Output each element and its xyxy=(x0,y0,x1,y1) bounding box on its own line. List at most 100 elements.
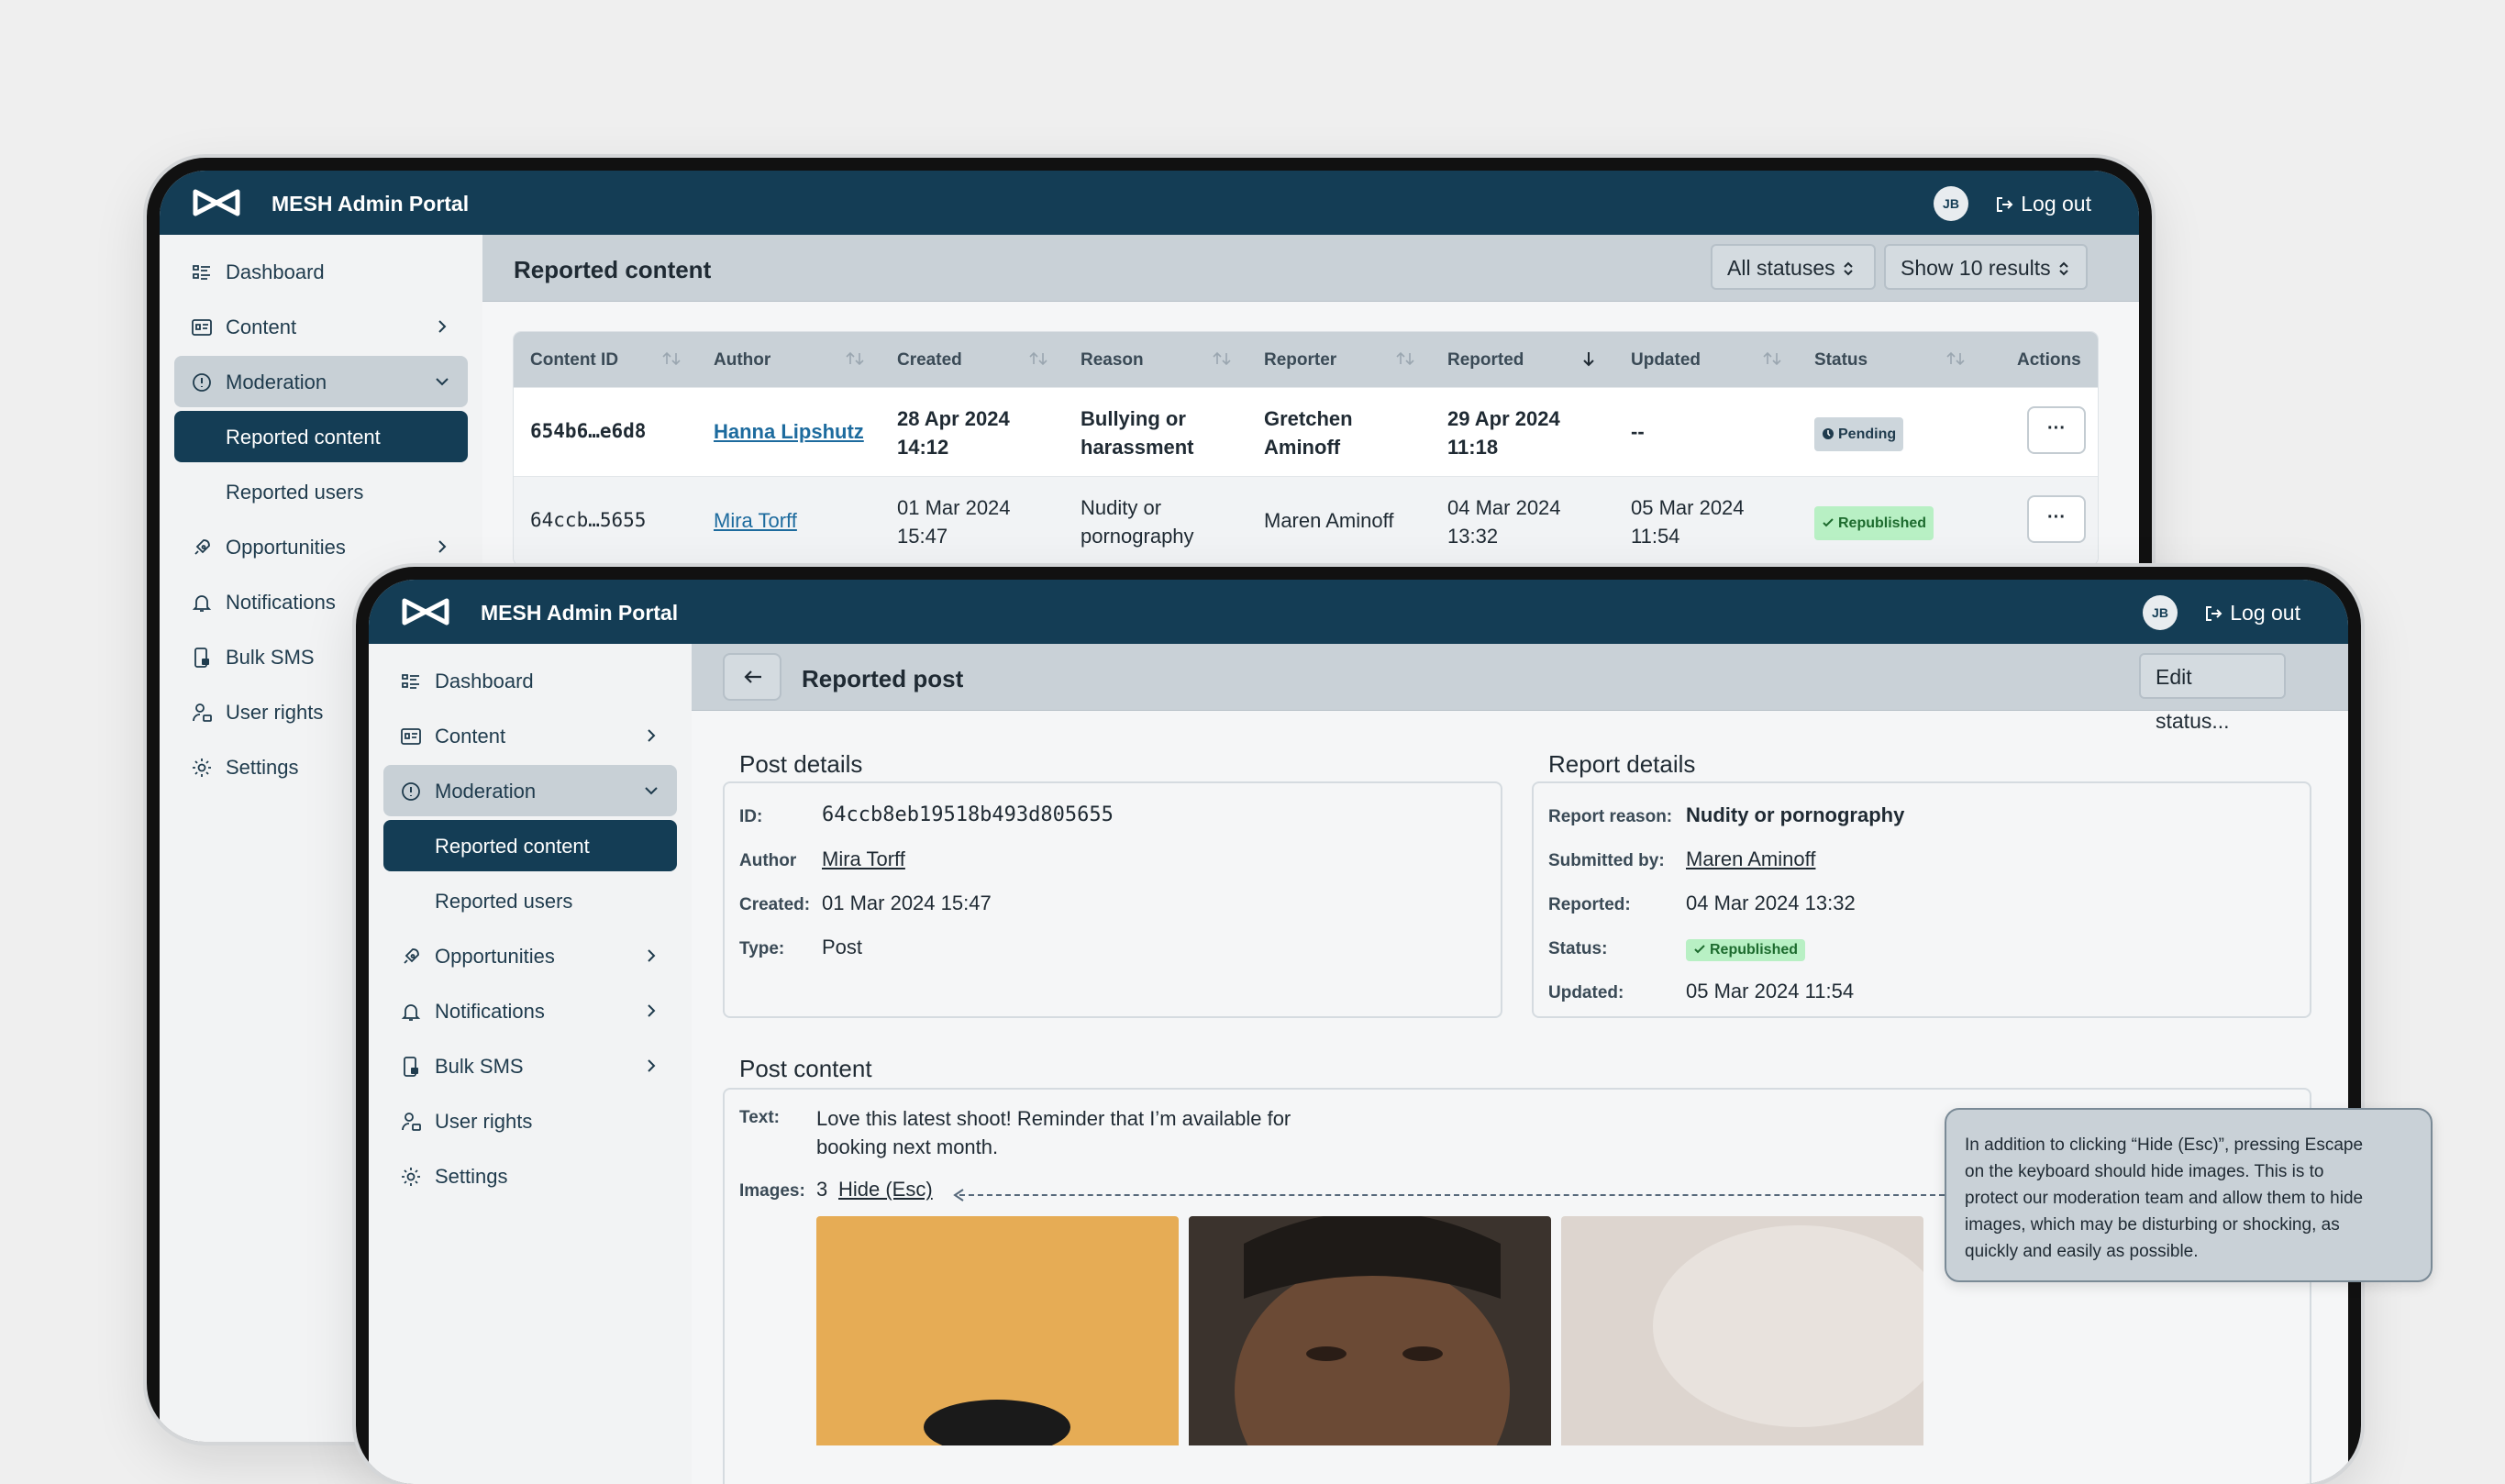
sidebar-item-label: User rights xyxy=(226,701,324,724)
sidebar-item-reported-content[interactable]: Reported content xyxy=(383,820,677,871)
page-title: Reported content xyxy=(514,256,712,283)
table-header: Content ID Author Created Reason Reporte… xyxy=(514,332,2098,387)
sidebar-item-content[interactable]: Content xyxy=(174,301,468,352)
avatar[interactable]: JB xyxy=(2143,595,2178,630)
logout-label: Log out xyxy=(2230,601,2300,625)
post-image-3[interactable] xyxy=(1561,1216,1923,1445)
sidebar-item-reported-users[interactable]: Reported users xyxy=(383,875,677,926)
sort-icon[interactable] xyxy=(1762,349,1782,368)
sort-icon[interactable] xyxy=(1945,349,1966,368)
user-lock-icon xyxy=(402,1113,421,1131)
post-details-card: ID: 64ccb8eb19518b493d805655 Author Mira… xyxy=(723,781,1502,1018)
chevron-right-icon xyxy=(438,540,447,553)
post-details-heading: Post details xyxy=(739,750,863,778)
sidebar-item-settings[interactable]: Settings xyxy=(383,1150,677,1202)
created-label: Created: xyxy=(739,895,811,914)
column-header[interactable]: Author xyxy=(714,350,770,371)
select-arrows-icon xyxy=(1843,261,1853,276)
sort-icon[interactable] xyxy=(845,349,865,368)
sidebar-item-reported-content[interactable]: Reported content xyxy=(174,411,468,462)
sidebar-item-label: Reported content xyxy=(226,426,381,449)
sidebar-item-moderation[interactable]: Moderation xyxy=(174,356,468,407)
table-row[interactable]: 654b6…e6d8 Hanna Lipshutz 28 Apr 2024 14:… xyxy=(514,387,2098,476)
annotation-callout: In addition to clicking “Hide (Esc)”, pr… xyxy=(1945,1108,2433,1282)
post-image-1[interactable] xyxy=(816,1216,1179,1445)
sidebar-item-moderation[interactable]: Moderation xyxy=(383,765,677,816)
column-header: Actions xyxy=(2017,350,2081,370)
logout-button[interactable]: Log out xyxy=(1995,192,2091,216)
author-link[interactable]: Mira Torff xyxy=(822,847,905,871)
created-cell: 28 Apr 2024 14:12 xyxy=(897,407,1010,459)
status-badge: Republished xyxy=(1814,506,1934,540)
author-link[interactable]: Mira Torff xyxy=(714,506,797,535)
sms-icon xyxy=(194,648,209,668)
sidebar-item-dashboard[interactable]: Dashboard xyxy=(174,246,468,297)
report-details-card: Report reason: Nudity or pornography Sub… xyxy=(1532,781,2311,1018)
sidebar-item-reported-users[interactable]: Reported users xyxy=(174,466,468,517)
results-per-page-select[interactable]: Show 10 results xyxy=(1884,244,2088,290)
sort-icon[interactable] xyxy=(661,349,682,368)
column-header[interactable]: Reporter xyxy=(1264,350,1336,371)
submitted-by-link[interactable]: Maren Aminoff xyxy=(1686,847,1815,871)
column-header[interactable]: Content ID xyxy=(530,350,618,371)
column-header[interactable]: Created xyxy=(897,350,962,371)
chevron-down-icon xyxy=(436,378,449,386)
id-value: 64ccb8eb19518b493d805655 xyxy=(822,803,1114,826)
sidebar-item-label: Reported content xyxy=(435,835,590,858)
post-image-2-drawing xyxy=(1235,1216,1510,1445)
column-header[interactable]: Status xyxy=(1814,350,1868,371)
chevron-down-icon xyxy=(645,787,658,795)
created-value: 01 Mar 2024 15:47 xyxy=(822,892,992,914)
gear-icon xyxy=(402,1168,420,1186)
status-badge: Republished xyxy=(1686,936,1806,961)
reporter-cell: Maren Aminoff xyxy=(1264,509,1394,532)
sidebar-item-dashboard[interactable]: Dashboard xyxy=(383,655,677,706)
logout-icon xyxy=(1997,197,2013,212)
status-filter-select[interactable]: All statuses xyxy=(1711,244,1876,290)
sort-icon[interactable] xyxy=(1212,349,1232,368)
dashboard-icon xyxy=(193,265,210,280)
column-header[interactable]: Reason xyxy=(1081,350,1144,371)
post-image-2[interactable] xyxy=(1189,1216,1551,1445)
sidebar-item-user-rights[interactable]: User rights xyxy=(383,1095,677,1146)
hide-images-link[interactable]: Hide (Esc) xyxy=(838,1178,933,1202)
post-text: Love this latest shoot! Reminder that I’… xyxy=(816,1107,1291,1158)
row-actions-button[interactable]: ··· xyxy=(2027,495,2086,543)
logout-button[interactable]: Log out xyxy=(2204,601,2300,626)
mesh-logo-icon xyxy=(402,598,449,626)
edit-status-button[interactable]: Edit status... xyxy=(2139,653,2286,733)
sidebar-item-notifications[interactable]: Notifications xyxy=(383,985,677,1036)
column-header[interactable]: Updated xyxy=(1631,350,1701,371)
sidebar-item-opportunities[interactable]: Opportunities xyxy=(383,930,677,981)
table-row[interactable]: 64ccb…5655 Mira Torff 01 Mar 2024 15:47 N… xyxy=(514,476,2098,565)
column-header[interactable]: Reported xyxy=(1447,350,1524,371)
row-actions-button[interactable]: ··· xyxy=(2027,406,2086,454)
author-link[interactable]: Hanna Lipshutz xyxy=(714,417,864,446)
sidebar-item-opportunities[interactable]: Opportunities xyxy=(174,521,468,572)
moderation-icon xyxy=(193,373,211,392)
top-bar: MESH Admin Portal JB Log out xyxy=(160,171,2139,235)
screen-front: MESH Admin Portal JB Log out Dashboard C… xyxy=(369,580,2348,1484)
sidebar-item-content[interactable]: Content xyxy=(383,710,677,761)
post-image-1-drawing xyxy=(924,1400,1070,1445)
sort-icon[interactable] xyxy=(1395,349,1415,368)
rocket-icon xyxy=(404,948,419,964)
report-details-heading: Report details xyxy=(1548,750,1696,778)
results-per-page-value: Show 10 results xyxy=(1901,256,2051,280)
chevron-right-icon xyxy=(648,1059,656,1072)
avatar[interactable]: JB xyxy=(1934,186,1968,221)
reason-cell: Bullying or harassment xyxy=(1081,407,1194,459)
sort-desc-icon[interactable] xyxy=(1581,349,1596,368)
sidebar-item-label: Opportunities xyxy=(435,945,555,968)
rocket-icon xyxy=(194,539,210,555)
sort-icon[interactable] xyxy=(1028,349,1048,368)
sidebar-item-bulk-sms[interactable]: Bulk SMS xyxy=(383,1040,677,1091)
sidebar-item-label: Bulk SMS xyxy=(226,646,315,669)
back-button[interactable] xyxy=(723,653,781,701)
logout-label: Log out xyxy=(2021,192,2091,216)
app-title: MESH Admin Portal xyxy=(272,192,470,216)
arrow-left-icon xyxy=(744,670,761,683)
reported-cell: 04 Mar 2024 13:32 xyxy=(1447,496,1561,548)
sms-icon xyxy=(404,1057,418,1077)
sidebar-item-label: Bulk SMS xyxy=(435,1055,524,1078)
